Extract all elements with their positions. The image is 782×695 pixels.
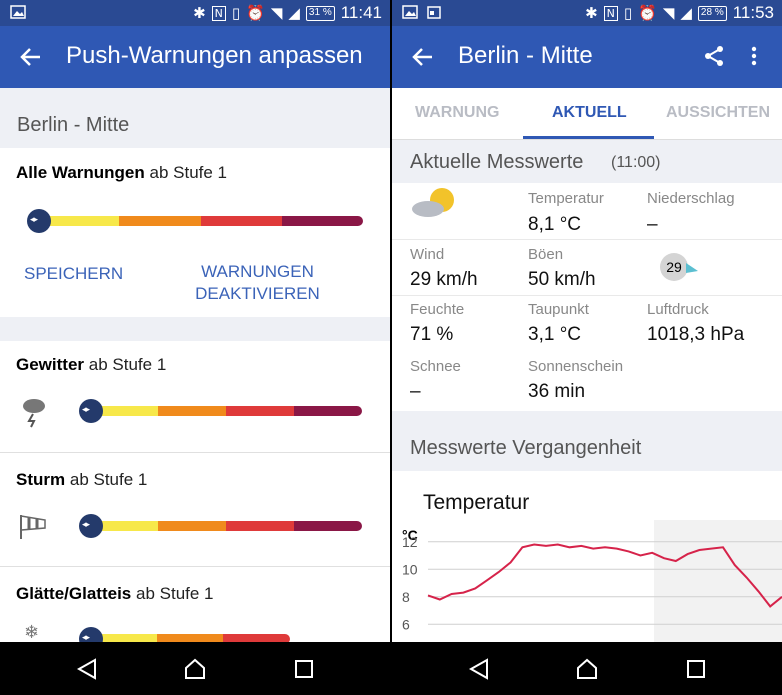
thunderstorm-icon [23,399,45,428]
humidity-label: Feuchte [410,301,465,318]
bluetooth-icon: ✱ [585,4,598,22]
wind-direction-arrow-icon [686,263,698,273]
current-values-header: Aktuelle Messwerte (11:00) [392,140,782,183]
page-title: Push-Warnungen anpassen [66,42,363,69]
thunderstorm-level-scale[interactable] [90,406,362,416]
location-label: Berlin - Mitte [17,114,130,136]
chart-shaded-region [654,520,782,642]
nfc-icon: N [603,5,618,21]
divider [0,566,390,567]
home-nav-icon[interactable] [575,657,599,681]
calendar-icon [427,6,441,19]
gusts-label: Böen [528,246,564,263]
wind-label: Wind [410,246,445,263]
storm-slider-handle[interactable] [79,514,103,538]
gusts-value: 50 km/h [528,269,596,290]
navigation-bar [0,642,390,695]
page-title: Berlin - Mitte [458,42,593,69]
ice-title: Glätte/Glatteis ab Stufe 1 [16,584,214,603]
thunderstorm-title: Gewitter ab Stufe 1 [16,355,167,374]
section-spacer [0,317,390,341]
sunshine-label: Sonnenschein [528,358,624,375]
vibrate-icon: ▯ [231,4,241,22]
y-tick-label: 10 [402,561,418,577]
thunderstorm-slider-handle[interactable] [79,399,103,423]
image-icon [10,5,26,19]
alarm-icon: ⏰ [246,4,265,22]
location-header: Berlin - Mitte [0,88,390,148]
alarm-icon: ⏰ [638,4,657,22]
divider [0,452,390,453]
tab-warning[interactable]: WARNUNG [415,104,499,122]
y-tick-label: 12 [402,534,418,550]
clock: 11:53 [732,3,774,22]
save-button[interactable]: SPEICHERN [24,263,123,285]
vibrate-icon: ▯ [623,4,633,22]
right-screen: ✱ N ▯ ⏰ ◥ ◢ 28 % 11:53 Berlin - Mitte WA… [392,0,782,695]
dewpoint-value: 3,1 °C [528,324,582,345]
home-nav-icon[interactable] [183,657,207,681]
tab-outlook[interactable]: AUSSICHTEN [666,104,770,122]
storm-level-scale[interactable] [90,521,362,531]
snow-value: – [410,381,421,402]
precipitation-value: – [647,214,658,235]
partly-cloudy-icon [412,188,454,217]
sunshine-value: 36 min [528,381,586,402]
recents-nav-icon[interactable] [292,657,316,681]
level-slider-handle[interactable] [27,209,51,233]
history-header: Messwerte Vergangenheit [392,411,782,471]
signal-icon: ◢ [680,4,692,22]
dewpoint-label: Taupunkt [528,301,589,318]
wind-value: 29 km/h [410,269,478,290]
windsock-icon [20,515,46,539]
chart-title: Temperatur [423,491,530,514]
active-tab-indicator [523,136,654,139]
all-warnings-title: Alle Warnungen ab Stufe 1 [16,163,228,182]
back-nav-icon[interactable] [75,657,99,681]
signal-icon: ◢ [288,4,300,22]
status-bar: ✱ N ▯ ⏰ ◥ ◢ 31 % 11:41 [0,0,390,26]
app-bar: Berlin - Mitte [392,26,782,88]
precipitation-label: Niederschlag [647,190,735,207]
back-nav-icon[interactable] [467,657,491,681]
humidity-value: 71 % [410,324,454,345]
pressure-label: Luftdruck [647,301,709,318]
storm-title: Sturm ab Stufe 1 [16,470,148,489]
back-arrow-icon[interactable] [410,44,436,70]
navigation-bar [392,642,782,695]
tab-current[interactable]: AKTUELL [552,104,627,122]
wifi-icon: ◥ [662,4,675,22]
pressure-value: 1018,3 hPa [647,324,745,345]
status-bar: ✱ N ▯ ⏰ ◥ ◢ 28 % 11:53 [392,0,782,26]
grid-line [392,239,782,240]
battery-icon: 31 % [305,5,335,21]
back-arrow-icon[interactable] [18,44,44,70]
recents-nav-icon[interactable] [684,657,708,681]
wind-direction-badge: 29 [660,253,688,281]
image-icon [402,5,418,19]
deactivate-warnings-button[interactable]: WARNUNGEN DEAKTIVIEREN [190,261,325,305]
grid-line [392,295,782,296]
snow-label: Schnee [410,358,461,375]
nfc-icon: N [211,5,226,21]
clock: 11:41 [340,3,382,22]
temperature-chart: °C121086 [402,520,782,642]
snowflake-icon: ❄ [24,622,40,643]
battery-icon: 28 % [697,5,727,21]
y-tick-label: 8 [402,589,410,605]
warning-level-scale[interactable] [38,216,363,226]
y-tick-label: 6 [402,616,410,632]
app-bar: Push-Warnungen anpassen [0,26,390,88]
tab-bar: WARNUNG AKTUELL AUSSICHTEN [392,88,782,140]
more-options-icon[interactable] [750,44,758,68]
measurements-grid: Temperatur 8,1 °C Niederschlag – Wind 29… [392,183,782,411]
temperature-label: Temperatur [528,190,604,207]
wifi-icon: ◥ [270,4,283,22]
left-screen: ✱ N ▯ ⏰ ◥ ◢ 31 % 11:41 Push-Warnungen an… [0,0,390,695]
temperature-value: 8,1 °C [528,214,582,235]
share-icon[interactable] [702,44,726,68]
bluetooth-icon: ✱ [193,4,206,22]
